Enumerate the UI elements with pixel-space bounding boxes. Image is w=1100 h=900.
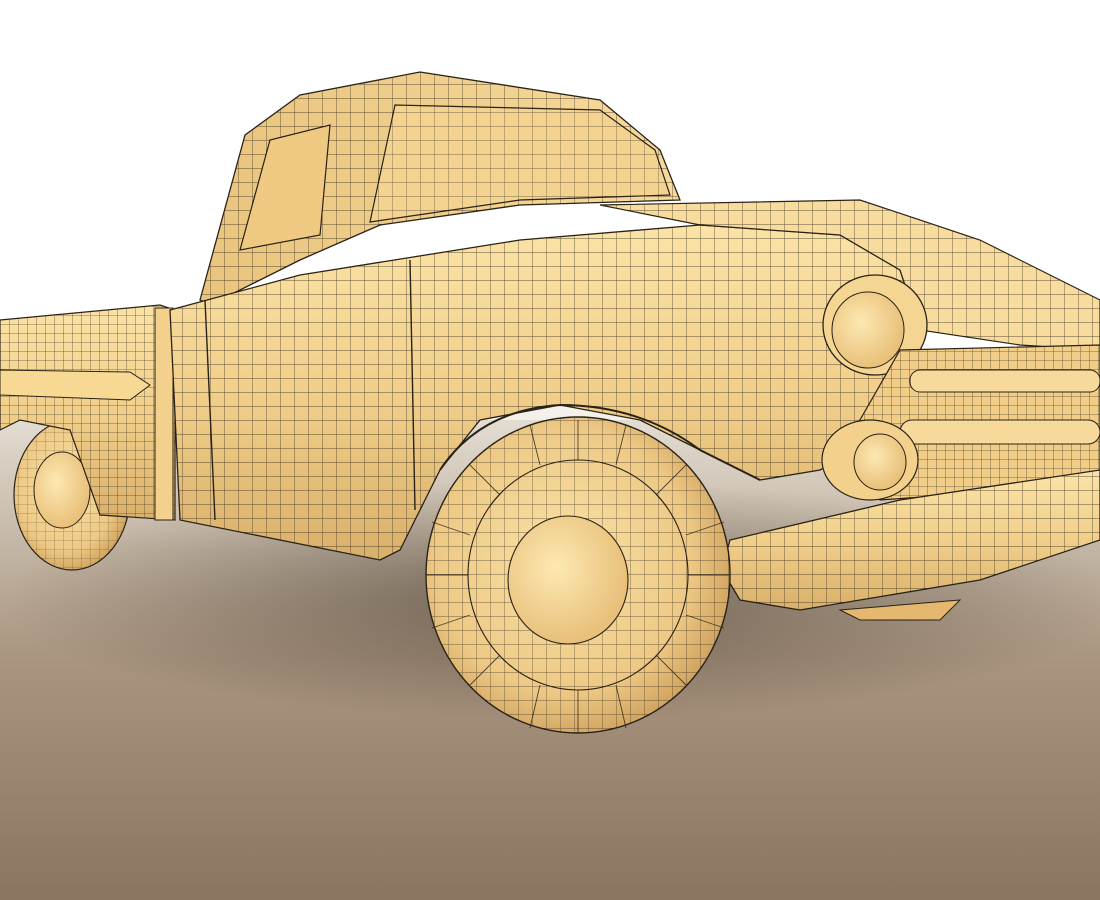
render-viewport (0, 0, 1100, 900)
fog-light (821, 419, 919, 501)
front-wheel (425, 416, 731, 734)
front-hubcap (507, 515, 629, 645)
